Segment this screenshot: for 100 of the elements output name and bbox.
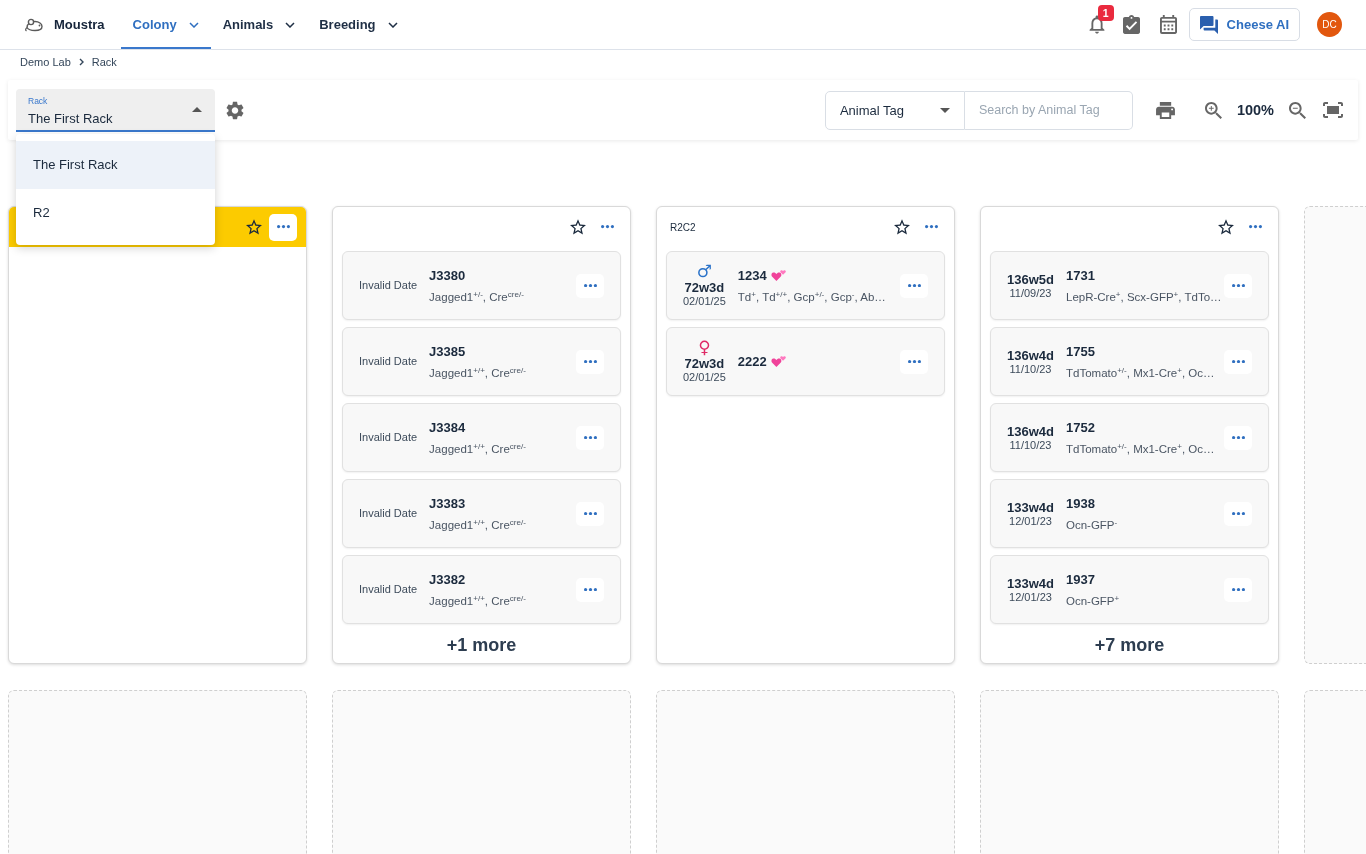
nav-menu-tab[interactable]: Colony: [120, 0, 211, 49]
birth-date: 11/10/23: [1009, 362, 1052, 376]
ellipsis-icon: [1231, 283, 1245, 288]
ellipsis-icon: [1231, 511, 1245, 516]
rack-select[interactable]: Rack The First Rack: [16, 88, 215, 132]
print-icon[interactable]: [1155, 101, 1175, 119]
birth-date: 12/01/23: [1009, 590, 1052, 604]
animal-card[interactable]: Invalid Date J3385 Jagged1$^{+/+}$, Cre$^{cre/-}$: [342, 327, 621, 396]
notification-badge: 1: [1097, 5, 1114, 21]
birth-date: 02/01/25: [683, 371, 726, 384]
animal-age: 72w3d: [684, 356, 725, 371]
zoom-out-icon[interactable]: [1289, 101, 1306, 119]
birth-date: 11/09/23: [1009, 286, 1052, 300]
selected-value: The First Rack: [28, 109, 113, 127]
animal-card[interactable]: 136w5d 11/09/23 1731 LepR-Cre$^{+}$, Scx-GFP$^{+}$, TdTo…: [990, 251, 1269, 320]
animal-card[interactable]: 136w4d 11/10/23 1752 TdTomato$^{+/-}$, Mx1-Cre$^{+}$, Oc…: [990, 403, 1269, 472]
more-options-button[interactable]: [576, 425, 604, 450]
search-filter-select[interactable]: Animal Tag: [824, 90, 965, 130]
more-options-button[interactable]: [1224, 577, 1252, 602]
nav-menu-tab[interactable]: Animals: [210, 0, 308, 49]
ellipsis-icon: [1231, 435, 1245, 440]
animal-card[interactable]: Invalid Date J3382 Jagged1$^{+/+}$, Cre$^{cre/-}$: [342, 555, 621, 624]
animal-card[interactable]: 133w4d 12/01/23 1937 Ocn-GFP$^{+}$: [990, 555, 1269, 624]
star-outline-icon[interactable]: [894, 219, 910, 235]
mouse-logo-icon[interactable]: [24, 17, 44, 32]
ellipsis-icon: [583, 587, 597, 592]
animal-age: 136w5d: [1007, 271, 1054, 287]
ellipsis-icon: [583, 511, 597, 516]
ellipsis-icon: [583, 359, 597, 364]
cheese-ai-button[interactable]: Cheese AI: [1188, 8, 1300, 41]
ellipsis-icon: [276, 225, 290, 229]
genotype-text: Jagged1$^{+/-}$, Cre$^{cre/-}$: [429, 289, 524, 304]
more-options-button[interactable]: [576, 577, 604, 602]
animal-card[interactable]: Invalid Date J3380 Jagged1$^{+/-}$, Cre$^{cre/-}$: [342, 251, 621, 320]
animal-age: 136w4d: [1007, 347, 1054, 363]
genotype-text: Jagged1$^{+/+}$, Cre$^{cre/-}$: [429, 517, 526, 532]
more-options-button[interactable]: [576, 501, 604, 526]
more-options-button[interactable]: [576, 349, 604, 374]
nav-menu-tab[interactable]: Breeding: [307, 0, 410, 49]
search-input[interactable]: Search by Animal Tag: [964, 90, 1133, 130]
animal-age: 72w3d: [684, 280, 725, 295]
dropdown-option[interactable]: R2: [16, 188, 215, 237]
more-options-button[interactable]: [1224, 349, 1252, 374]
brand-name: Moustra: [54, 17, 105, 32]
chat-bubbles-icon: [1199, 15, 1218, 34]
user-avatar[interactable]: DC: [1317, 12, 1342, 37]
star-outline-icon[interactable]: [246, 219, 262, 235]
calendar-icon[interactable]: [1159, 15, 1177, 34]
animal-card[interactable]: ♀ 72w3d 02/01/25 2222: [666, 327, 945, 396]
animal-tag: J3382: [429, 571, 466, 587]
chevron-down-icon: [188, 21, 199, 28]
animal-age: 133w4d: [1007, 575, 1054, 591]
caret-down-icon: [939, 107, 950, 113]
ellipsis-icon: [1248, 225, 1262, 229]
ellipsis-icon: [907, 359, 921, 364]
birth-date: Invalid Date: [359, 583, 418, 596]
more-options-button[interactable]: [1224, 273, 1252, 298]
animal-tag: J3385: [429, 343, 466, 359]
ellipsis-icon: [600, 225, 614, 229]
gender-symbol: ♀: [698, 339, 711, 356]
animal-card[interactable]: 136w4d 11/10/23 1755 TdTomato$^{+/-}$, Mx1-Cre$^{+}$, Oc…: [990, 327, 1269, 396]
ellipsis-icon: [583, 283, 597, 288]
birth-date: 12/01/23: [1009, 514, 1052, 528]
genotype-text: Ocn-GFP$^{+}$: [1066, 593, 1120, 608]
animal-tag: J3384: [429, 419, 466, 435]
animal-tag: 2222: [737, 354, 767, 369]
more-options-button[interactable]: [576, 273, 604, 298]
animal-card[interactable]: Invalid Date J3383 Jagged1$^{+/+}$, Cre$^{cre/-}$: [342, 479, 621, 548]
ellipsis-icon: [1231, 359, 1245, 364]
zoom-in-icon[interactable]: [1204, 101, 1222, 119]
birth-date: Invalid Date: [359, 279, 418, 292]
clipboard-check-icon[interactable]: [1122, 15, 1140, 34]
animal-tag: J3383: [429, 495, 466, 511]
star-outline-icon[interactable]: [1218, 219, 1234, 235]
more-options-button[interactable]: [1224, 425, 1252, 450]
breadcrumb-link[interactable]: Rack: [91, 55, 117, 69]
chevron-down-icon: [285, 21, 296, 28]
genotype-text: LepR-Cre$^{+}$, Scx-GFP$^{+}$, TdTo…: [1066, 289, 1222, 304]
breadcrumb-link[interactable]: Demo Lab: [20, 55, 71, 69]
settings-icon[interactable]: [226, 100, 244, 120]
more-options-button[interactable]: [900, 273, 928, 298]
fit-screen-icon[interactable]: [1323, 102, 1343, 118]
birth-date: 11/10/23: [1009, 438, 1052, 452]
more-options-button[interactable]: [1224, 501, 1252, 526]
genotype-text: Td$^{+}$, Td$^{+/+}$, Gcp$^{+/-}$, Gcp$^{-}$, Ab…: [737, 289, 886, 304]
dropdown-option[interactable]: The First Rack: [16, 140, 215, 189]
birth-date: 02/01/25: [683, 295, 726, 308]
animal-tag: 1731: [1066, 267, 1095, 283]
genotype-text: Ocn-GFP$^{-}$: [1066, 517, 1118, 532]
more-options-button[interactable]: [269, 213, 297, 241]
animal-card[interactable]: 133w4d 12/01/23 1938 Ocn-GFP$^{-}$: [990, 479, 1269, 548]
more-animals-link[interactable]: +7 more: [1094, 635, 1165, 656]
animal-card[interactable]: Invalid Date J3384 Jagged1$^{+/+}$, Cre$^{cre/-}$: [342, 403, 621, 472]
more-animals-link[interactable]: +1 more: [446, 635, 517, 656]
more-options-button[interactable]: [900, 349, 928, 374]
star-outline-icon[interactable]: [570, 219, 586, 235]
gender-symbol: ♂: [696, 263, 713, 280]
genotype-text: TdTomato$^{+/-}$, Mx1-Cre$^{+}$, Oc…: [1066, 365, 1215, 380]
birth-date: Invalid Date: [359, 507, 418, 520]
ellipsis-icon: [924, 225, 938, 229]
